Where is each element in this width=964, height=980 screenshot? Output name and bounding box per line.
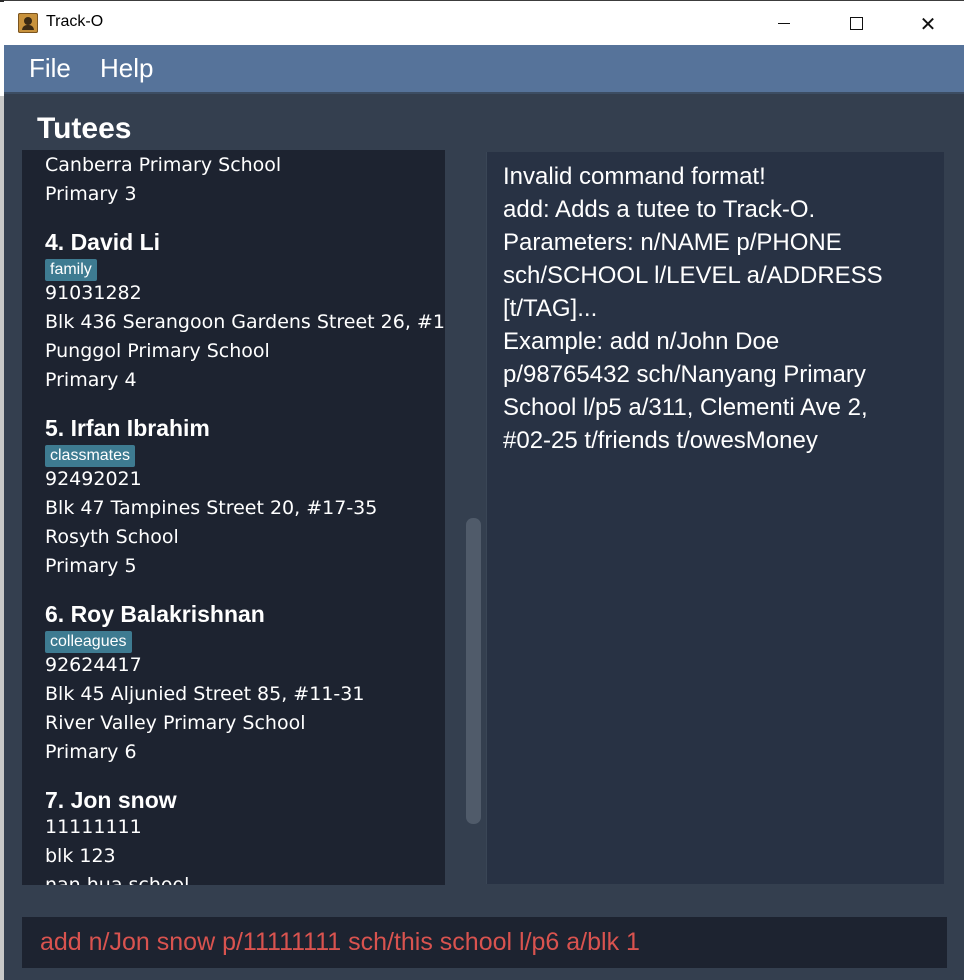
tutee-3-level: Primary 3 xyxy=(45,183,137,205)
tutee-5-address: Blk 47 Tampines Street 20, #17-35 xyxy=(45,497,378,519)
tutee-5-school: Rosyth School xyxy=(45,526,179,548)
maximize-button[interactable] xyxy=(820,1,892,46)
title-bar[interactable]: Track-O ✕ xyxy=(4,0,964,45)
menu-bar: File Help xyxy=(4,45,964,94)
maximize-icon xyxy=(849,17,863,30)
window-title: Track-O xyxy=(46,13,104,30)
tutee-7-school: nan hua school xyxy=(45,874,190,885)
minimize-icon xyxy=(778,23,790,24)
menu-help[interactable]: Help xyxy=(100,53,153,84)
result-display: Invalid command format! add: Adds a tute… xyxy=(486,152,944,884)
minimize-button[interactable] xyxy=(748,1,820,46)
section-title: Tutees xyxy=(37,112,132,145)
tutee-7-name: 7. Jon snow xyxy=(45,787,177,813)
tutee-4-tag: family xyxy=(45,259,97,281)
tutee-6-level: Primary 6 xyxy=(45,741,137,763)
tutee-3-school: Canberra Primary School xyxy=(45,154,282,176)
command-input[interactable] xyxy=(40,917,930,968)
tutee-7-address: blk 123 xyxy=(45,845,116,867)
tutee-4-school: Punggol Primary School xyxy=(45,340,270,362)
address-book-icon xyxy=(18,13,38,33)
tutee-6-phone: 92624417 xyxy=(45,654,142,676)
close-icon: ✕ xyxy=(919,11,937,36)
list-scrollbar[interactable] xyxy=(445,150,467,885)
tutee-6-school: River Valley Primary School xyxy=(45,712,306,734)
close-button[interactable]: ✕ xyxy=(892,1,964,46)
menu-file[interactable]: File xyxy=(29,53,71,84)
tutee-4-level: Primary 4 xyxy=(45,369,137,391)
tutee-5-level: Primary 5 xyxy=(45,555,137,577)
app-window: Track-O ✕ File Help Tutees Canberra Prim… xyxy=(4,0,964,980)
tutee-4-address: Blk 436 Serangoon Gardens Street 26, #16… xyxy=(45,311,461,333)
tutee-5-name: 5. Irfan Ibrahim xyxy=(45,415,210,441)
list-scrollbar-thumb[interactable] xyxy=(466,518,481,824)
tutee-list[interactable]: Canberra Primary School Primary 3 4. Dav… xyxy=(22,150,461,885)
tutee-6-name: 6. Roy Balakrishnan xyxy=(45,601,265,627)
tutee-5-phone: 92492021 xyxy=(45,468,142,490)
tutee-4-name: 4. David Li xyxy=(45,229,161,255)
tutee-6-tag: colleagues xyxy=(45,631,132,653)
tutee-4-phone: 91031282 xyxy=(45,282,142,304)
tutee-5-tag: classmates xyxy=(45,445,136,467)
tutee-7-phone: 11111111 xyxy=(45,816,142,838)
result-message: Invalid command format! add: Adds a tute… xyxy=(503,163,883,454)
tutee-6-address: Blk 45 Aljunied Street 85, #11-31 xyxy=(45,683,365,705)
command-box[interactable] xyxy=(22,917,947,968)
